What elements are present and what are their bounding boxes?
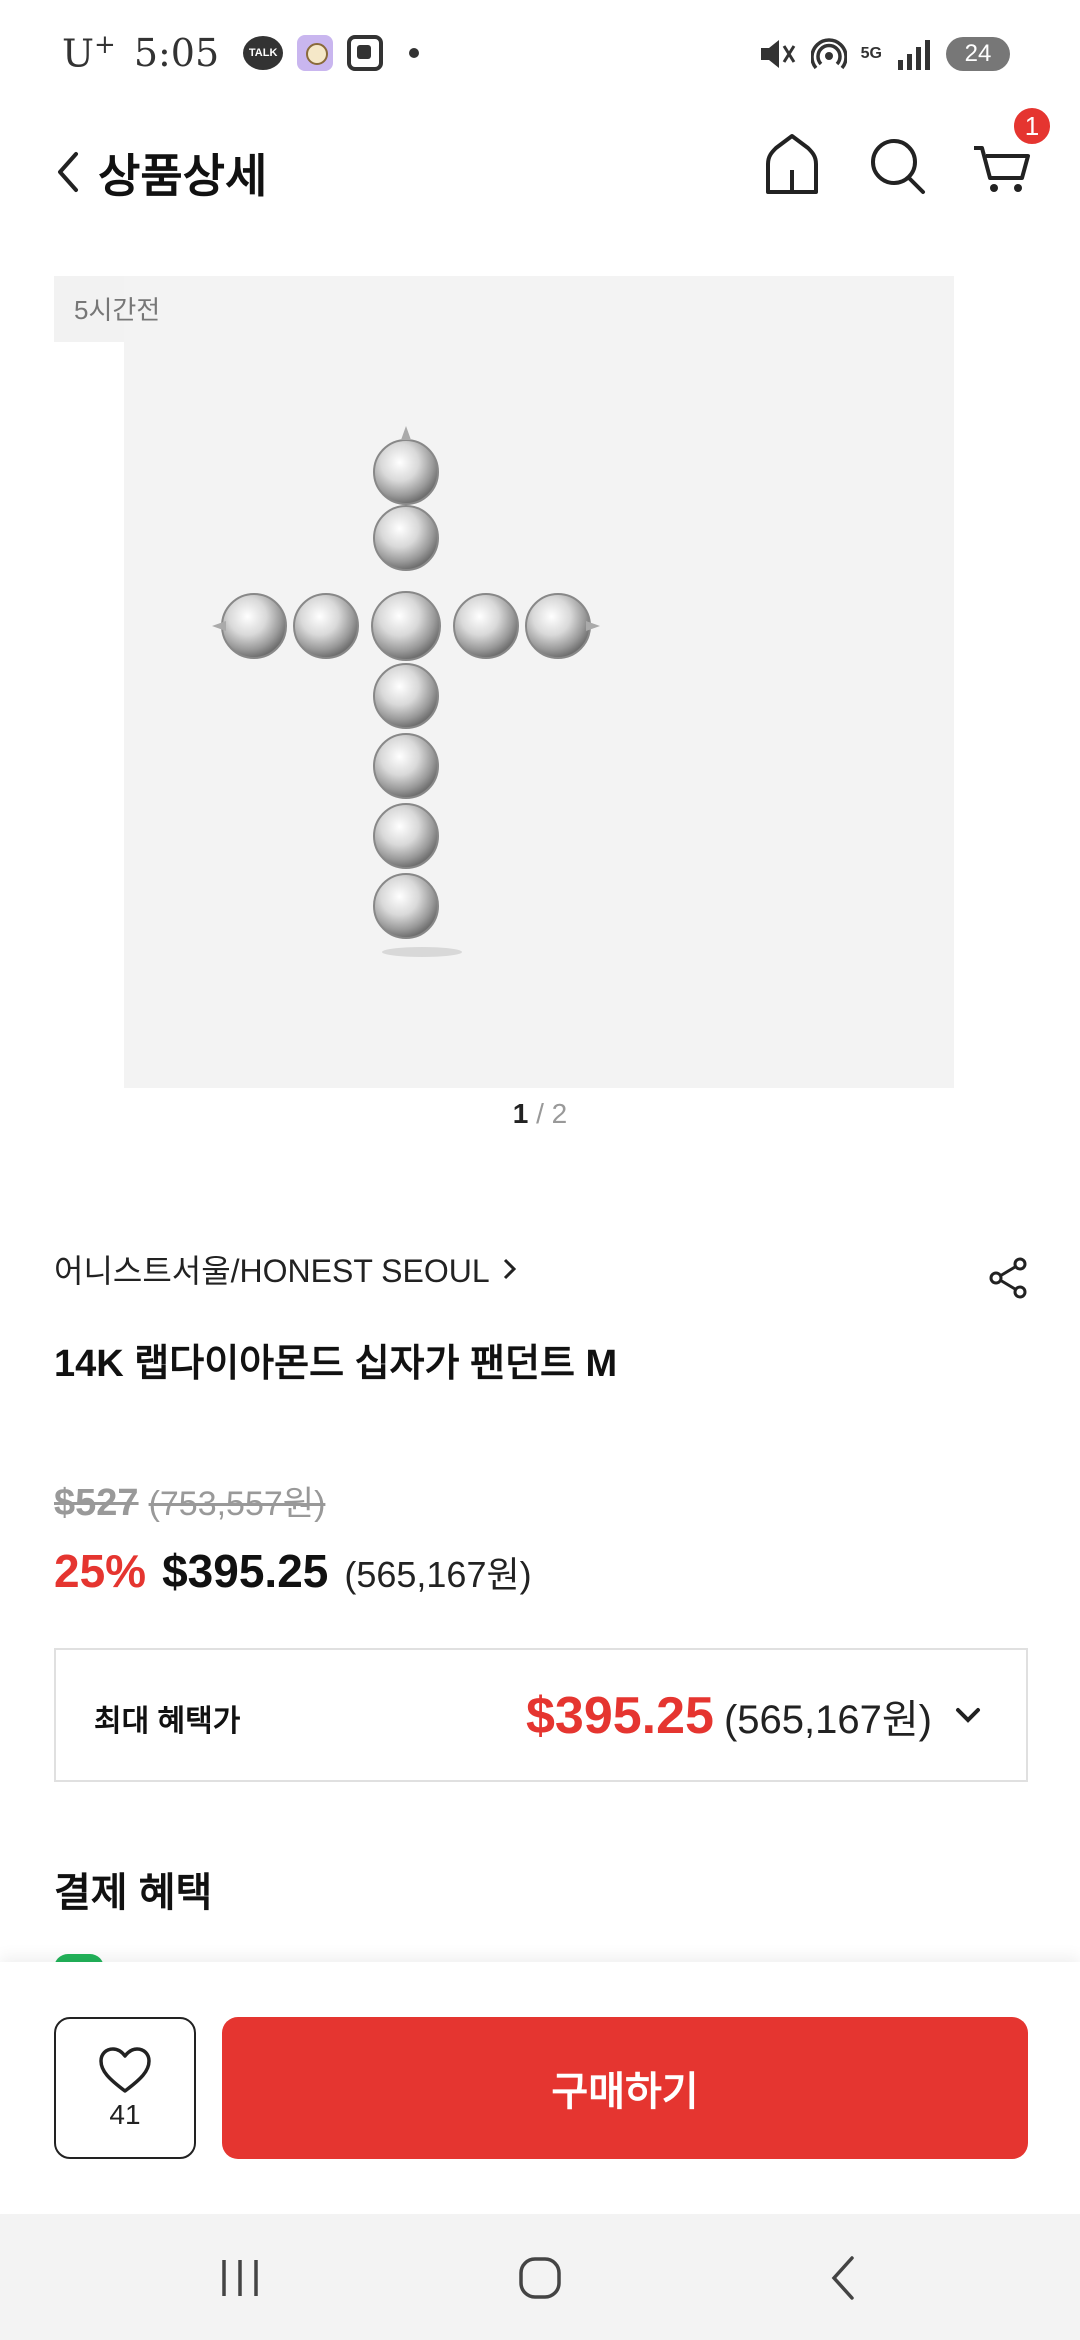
chevron-down-icon — [956, 1708, 980, 1723]
mute-icon — [757, 36, 797, 72]
image-pager: 1 / 2 — [0, 1098, 1080, 1130]
signal-icon — [896, 38, 932, 70]
original-price-usd: $527 — [54, 1482, 139, 1524]
heart-icon — [99, 2047, 151, 2093]
pager-total: 2 — [551, 1098, 568, 1129]
search-icon[interactable] — [866, 132, 930, 200]
sale-price-row: 25% $395.25 (565,167원) — [54, 1544, 532, 1598]
battery-indicator: 24 — [946, 37, 1010, 71]
chevron-right-icon — [503, 1258, 516, 1280]
network-5g-icon: 5G — [860, 45, 882, 62]
home-icon[interactable] — [760, 130, 824, 202]
app-header: 상품상세 — [0, 118, 1080, 238]
sale-price-usd: $395.25 — [162, 1545, 329, 1597]
product-image-carousel[interactable]: 5시간전 — [54, 276, 954, 1088]
wishlist-button[interactable]: 41 — [54, 2017, 196, 2159]
screenshot-icon — [347, 34, 384, 71]
max-benefit-price-toggle[interactable]: 최대 혜택가 $395.25 (565,167원) — [54, 1648, 1028, 1782]
app-notification-icon — [297, 34, 334, 71]
pager-current: 1 — [512, 1098, 529, 1129]
more-notifications-dot-icon — [409, 47, 420, 58]
sale-price-krw: (565,167원) — [344, 1554, 532, 1595]
system-navigation-bar — [0, 2214, 1080, 2340]
discount-rate: 25% — [54, 1545, 147, 1597]
benefit-price-krw: (565,167원) — [723, 1698, 932, 1742]
page-title: 상품상세 — [98, 150, 268, 202]
buy-button[interactable]: 구매하기 — [222, 2017, 1028, 2159]
time-ago-badge: 5시간전 — [54, 276, 160, 342]
original-price: $527 (753,557원) — [54, 1476, 325, 1525]
benefit-price-group: $395.25 (565,167원) — [526, 1686, 986, 1746]
hotspot-icon — [810, 36, 847, 72]
cart-count-badge: 1 — [1012, 106, 1052, 146]
home-button-icon[interactable] — [518, 2256, 562, 2300]
status-bar: U+ 5:05 TALK 5G 24 — [0, 0, 1080, 118]
kakaotalk-icon: TALK — [243, 35, 284, 70]
wishlist-count: 41 — [109, 2099, 141, 2130]
brand-link[interactable]: 어니스트서울/HONEST SEOUL — [54, 1246, 520, 1292]
diamond-cross-pendant-image — [212, 426, 600, 957]
carrier-label: U+ — [62, 30, 116, 76]
share-icon[interactable] — [984, 1254, 1032, 1302]
pager-separator: / — [528, 1098, 552, 1129]
status-time: 5:05 — [133, 30, 220, 75]
payment-benefits-heading: 결제 혜택 — [54, 1871, 213, 1915]
brand-name: 어니스트서울/HONEST SEOUL — [54, 1253, 490, 1289]
product-title: 14K 랩다이아몬드 십자가 팬던트 M — [54, 1343, 618, 1385]
recent-apps-icon[interactable] — [218, 2258, 262, 2298]
back-arrow-icon[interactable] — [48, 142, 88, 202]
status-right: 5G 24 — [757, 36, 1010, 72]
benefit-price-usd: $395.25 — [526, 1687, 714, 1745]
benefit-label: 최대 혜택가 — [94, 1705, 241, 1738]
bottom-action-bar: 41 구매하기 — [0, 1962, 1080, 2214]
back-button-icon[interactable] — [828, 2254, 858, 2302]
status-left: U+ 5:05 TALK — [62, 30, 420, 76]
original-price-krw: (753,557원) — [148, 1485, 326, 1523]
